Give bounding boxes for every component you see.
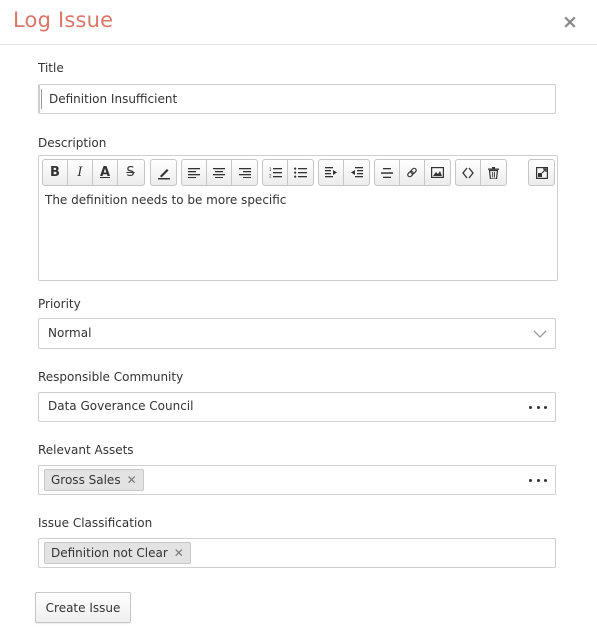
classification-field[interactable]: Definition not Clear ✕	[38, 538, 556, 568]
create-issue-button[interactable]: Create Issue	[35, 592, 131, 623]
toolbar-group-indent	[318, 159, 370, 186]
description-editor[interactable]: B I A S 12 The definition needs to be mo…	[38, 155, 558, 281]
title-label: Title	[38, 61, 64, 75]
description-text: The definition needs to be more specific	[45, 193, 287, 207]
link-icon[interactable]	[400, 160, 425, 185]
title-input[interactable]: Definition Insufficient	[38, 84, 556, 114]
outdent-icon[interactable]	[344, 160, 369, 185]
more-options-icon[interactable]	[529, 399, 547, 415]
community-label: Responsible Community	[38, 370, 184, 384]
remove-tag-icon[interactable]: ✕	[127, 473, 137, 487]
toolbar-group-align	[181, 159, 258, 186]
toolbar-group-insert	[374, 159, 451, 186]
delete-icon[interactable]	[481, 160, 506, 185]
align-left-icon[interactable]	[182, 160, 207, 185]
close-icon[interactable]: ×	[562, 12, 578, 32]
toolbar-group-tools	[455, 159, 507, 186]
image-icon[interactable]	[425, 160, 450, 185]
title-value: Definition Insufficient	[49, 92, 178, 106]
classification-tag-label: Definition not Clear	[51, 546, 168, 560]
description-label: Description	[38, 136, 107, 150]
classification-tag: Definition not Clear ✕	[44, 542, 191, 564]
classification-label: Issue Classification	[38, 516, 153, 530]
source-code-icon[interactable]	[456, 160, 481, 185]
svg-text:2: 2	[269, 174, 272, 179]
assets-field[interactable]: Gross Sales ✕	[38, 465, 556, 495]
asset-tag-label: Gross Sales	[51, 473, 121, 487]
strikethrough-icon[interactable]: S	[118, 160, 143, 185]
chevron-down-icon	[533, 330, 547, 338]
indent-icon[interactable]	[319, 160, 344, 185]
horizontal-rule-icon[interactable]	[375, 160, 400, 185]
asset-tag: Gross Sales ✕	[44, 469, 144, 491]
bullet-list-icon[interactable]	[288, 160, 313, 185]
toolbar-group-highlight	[150, 159, 177, 186]
toolbar-group-view	[528, 159, 555, 186]
font-color-icon[interactable]: A	[93, 160, 118, 185]
text-caret	[41, 89, 42, 109]
align-right-icon[interactable]	[232, 160, 257, 185]
svg-text:1: 1	[269, 167, 272, 172]
align-center-icon[interactable]	[207, 160, 232, 185]
fullscreen-icon[interactable]	[529, 160, 554, 185]
italic-icon[interactable]: I	[68, 160, 93, 185]
toolbar-group-format: B I A S	[42, 159, 145, 186]
remove-tag-icon[interactable]: ✕	[174, 546, 184, 560]
numbered-list-icon[interactable]: 12	[263, 160, 288, 185]
assets-label: Relevant Assets	[38, 443, 134, 457]
more-options-icon[interactable]	[529, 472, 547, 488]
priority-select[interactable]: Normal	[38, 318, 556, 349]
bold-icon[interactable]: B	[43, 160, 68, 185]
priority-label: Priority	[38, 297, 81, 311]
toolbar-group-lists: 12	[262, 159, 314, 186]
community-field[interactable]: Data Goverance Council	[38, 392, 556, 422]
priority-value: Normal	[48, 326, 92, 340]
dialog-title: Log Issue	[13, 8, 114, 32]
highlight-icon[interactable]	[151, 160, 176, 185]
dialog-header: Log Issue ×	[0, 0, 597, 45]
community-value: Data Goverance Council	[48, 399, 194, 413]
